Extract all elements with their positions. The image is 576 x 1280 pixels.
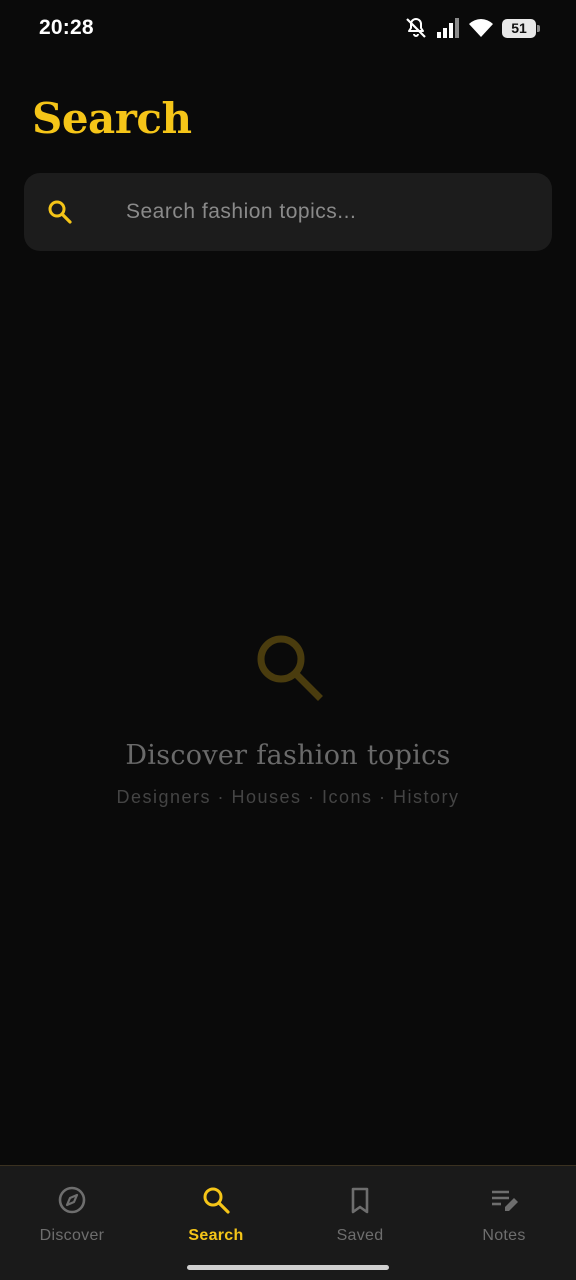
battery-level: 51	[511, 20, 527, 36]
nav-item-search[interactable]: Search	[144, 1166, 288, 1280]
bookmark-icon	[345, 1166, 375, 1220]
search-screen: 20:28 51 Search Search fashion topics...…	[0, 0, 576, 1280]
nav-label-saved: Saved	[336, 1227, 384, 1244]
signal-icon	[436, 17, 460, 39]
bell-off-icon	[404, 16, 428, 40]
notes-edit-icon	[489, 1166, 519, 1220]
search-input[interactable]	[126, 173, 546, 251]
page-title: Search	[32, 94, 192, 143]
nav-label-discover: Discover	[39, 1227, 105, 1244]
status-time: 20:28	[39, 16, 94, 39]
status-bar: 20:28 51	[0, 0, 576, 56]
compass-icon	[57, 1166, 87, 1220]
empty-state: Discover fashion topics Designers · Hous…	[0, 630, 576, 808]
nav-label-search: Search	[188, 1227, 244, 1244]
nav-item-notes[interactable]: Notes	[432, 1166, 576, 1280]
search-icon	[201, 1166, 231, 1220]
status-icons: 51	[404, 14, 540, 42]
home-indicator[interactable]	[187, 1265, 389, 1270]
bottom-nav: Discover Search Saved Notes	[0, 1165, 576, 1280]
empty-state-subtitle: Designers · Houses · Icons · History	[116, 787, 460, 807]
search-bar[interactable]	[24, 173, 552, 251]
nav-label-notes: Notes	[482, 1227, 526, 1244]
nav-item-saved[interactable]: Saved	[288, 1166, 432, 1280]
empty-state-title: Discover fashion topics	[125, 740, 451, 771]
battery-icon: 51	[502, 18, 540, 38]
magnifier-icon	[0, 630, 576, 702]
nav-item-discover[interactable]: Discover	[0, 1166, 144, 1280]
wifi-icon	[468, 17, 494, 39]
search-icon	[47, 199, 73, 225]
